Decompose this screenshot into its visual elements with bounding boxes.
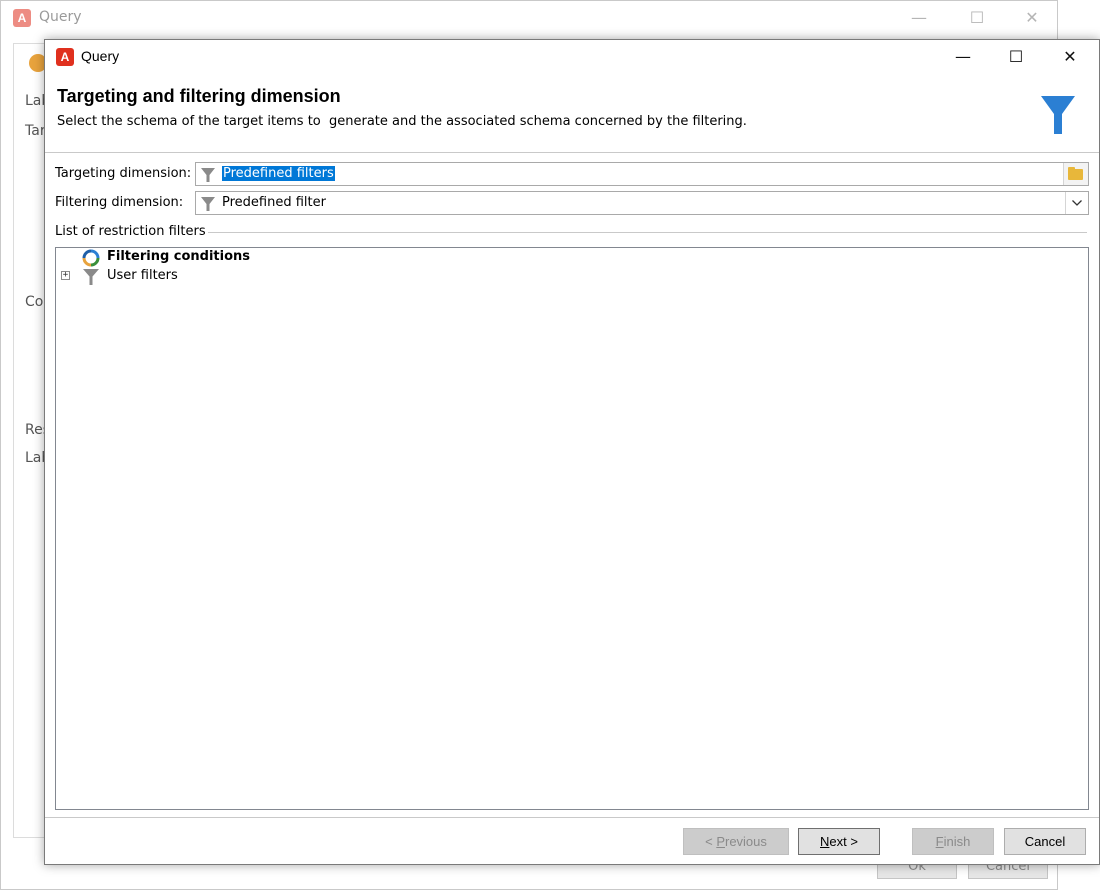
funnel-icon [201, 197, 215, 211]
page-subtitle: Select the schema of the target items to… [57, 114, 747, 129]
targeting-dimension-label: Targeting dimension: [55, 166, 192, 181]
app-logo-icon: A [13, 9, 31, 27]
close-icon[interactable]: ✕ [1009, 1, 1055, 35]
query-dialog: A Query — ☐ ✕ Targeting and filtering di… [44, 39, 1100, 865]
group-divider [201, 232, 1087, 233]
finish-rest: inish [943, 834, 971, 849]
page-title: Targeting and filtering dimension [57, 86, 341, 106]
app-logo-icon: A [56, 48, 74, 66]
tree-item-filtering-conditions[interactable]: Filtering conditions [56, 248, 1088, 267]
background-window-title: Query [39, 9, 82, 25]
expand-icon[interactable]: + [61, 271, 70, 280]
next-rest: ext > [829, 834, 858, 849]
minimize-icon[interactable]: — [940, 40, 986, 74]
tree-item-label: Filtering conditions [107, 249, 251, 264]
dialog-titlebar: A Query — ☐ ✕ [45, 40, 1099, 74]
tree-item-user-filters[interactable]: + User filters [56, 267, 1088, 286]
filtering-dimension-select[interactable]: Predefined filter [195, 191, 1089, 215]
finish-accel: F [935, 834, 944, 849]
previous-button[interactable]: < Previous [683, 828, 789, 855]
filtering-dimension-value: Predefined filter [222, 195, 326, 210]
restriction-filters-tree[interactable]: Filtering conditions + User filters [55, 247, 1089, 810]
chevron-down-icon [1072, 200, 1082, 206]
maximize-icon[interactable]: ☐ [993, 40, 1039, 74]
next-accel: N [820, 834, 830, 849]
minimize-icon[interactable]: — [896, 1, 942, 35]
dropdown-button[interactable] [1065, 192, 1088, 214]
maximize-icon[interactable]: ☐ [954, 1, 1000, 35]
previous-accel: P [716, 834, 725, 849]
next-button[interactable]: Next > [798, 828, 880, 855]
funnel-icon [1041, 96, 1075, 134]
background-titlebar: A Query — ☐ ✕ [1, 1, 1057, 35]
funnel-icon [83, 269, 99, 285]
browse-folder-button[interactable] [1063, 163, 1088, 185]
filtering-dimension-label: Filtering dimension: [55, 195, 184, 210]
dialog-title: Query [81, 48, 120, 64]
finish-button[interactable]: Finish [912, 828, 994, 855]
restriction-filters-label: List of restriction filters [55, 224, 208, 239]
folder-icon-body [1068, 169, 1083, 180]
cancel-button[interactable]: Cancel [1004, 828, 1086, 855]
wizard-header: Targeting and filtering dimension Select… [45, 74, 1099, 153]
tree-item-label: User filters [107, 268, 178, 283]
close-icon[interactable]: ✕ [1047, 40, 1093, 74]
footer-divider [45, 817, 1099, 818]
targeting-dimension-value: Predefined filters [222, 166, 335, 181]
funnel-icon [201, 168, 215, 182]
previous-prefix: < [705, 834, 717, 849]
previous-rest: revious [724, 834, 767, 849]
filtering-conditions-icon [82, 249, 100, 267]
targeting-dimension-field[interactable]: Predefined filters [195, 162, 1089, 186]
